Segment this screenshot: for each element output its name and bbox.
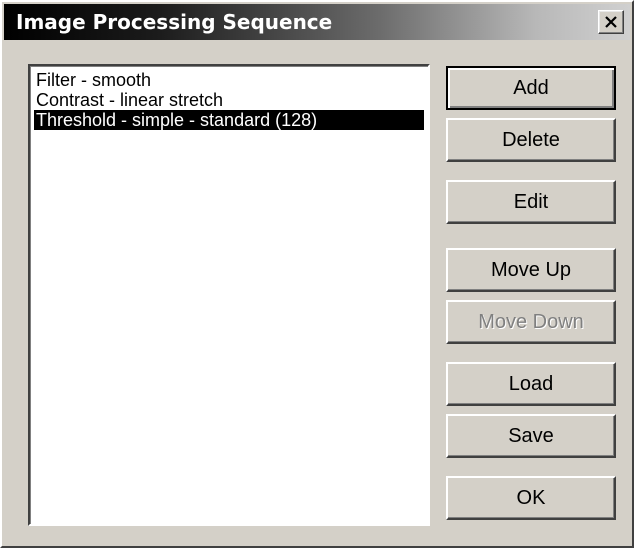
title-bar[interactable]: Image Processing Sequence <box>4 4 630 40</box>
close-icon <box>605 16 617 28</box>
sequence-listbox[interactable]: Filter - smooth Contrast - linear stretc… <box>28 64 430 526</box>
save-button[interactable]: Save <box>446 414 616 458</box>
edit-button[interactable]: Edit <box>446 180 616 224</box>
list-item-selected[interactable]: Threshold - simple - standard (128) <box>34 110 424 130</box>
close-button[interactable] <box>598 10 624 34</box>
delete-button[interactable]: Delete <box>446 118 616 162</box>
move-down-button: Move Down <box>446 300 616 344</box>
list-item[interactable]: Filter - smooth <box>34 70 424 90</box>
image-processing-sequence-dialog: Image Processing Sequence Filter - smoot… <box>0 0 634 548</box>
load-button[interactable]: Load <box>446 362 616 406</box>
list-item[interactable]: Contrast - linear stretch <box>34 90 424 110</box>
move-up-button[interactable]: Move Up <box>446 248 616 292</box>
dialog-title: Image Processing Sequence <box>16 10 333 34</box>
ok-button[interactable]: OK <box>446 476 616 520</box>
add-button[interactable]: Add <box>446 66 616 110</box>
